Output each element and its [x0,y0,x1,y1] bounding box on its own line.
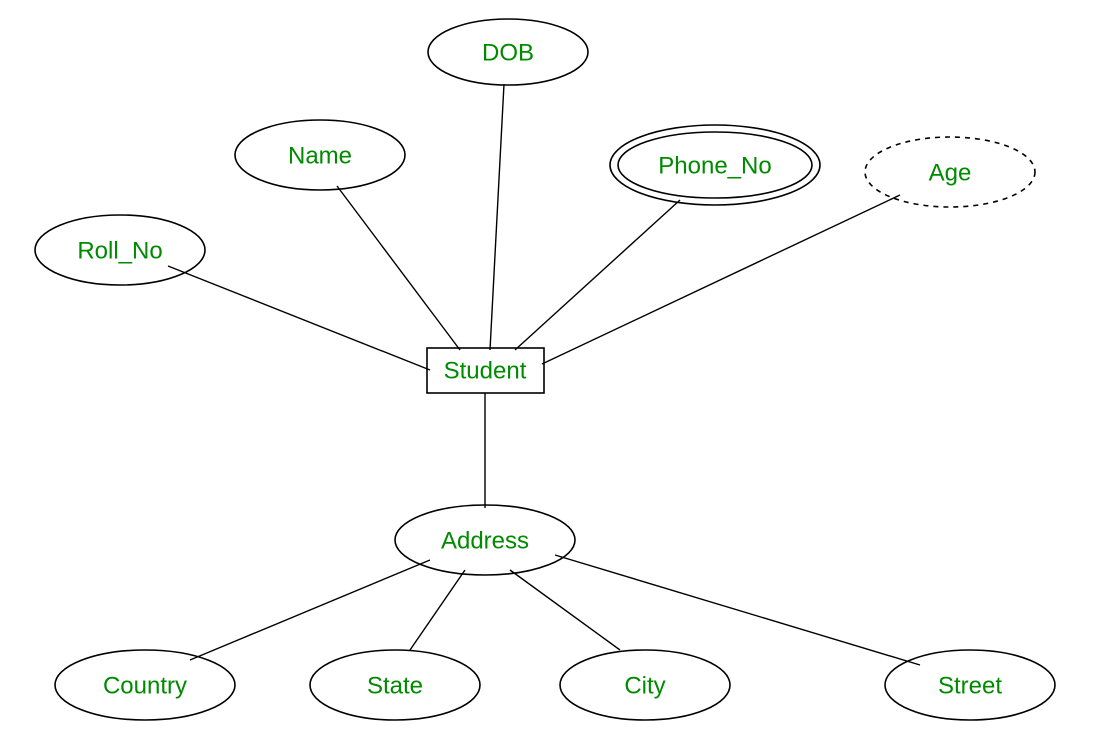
entity-student: Student [427,348,544,393]
attr-name-label: Name [288,142,352,169]
edge-student-rollno [168,266,430,370]
attr-rollno: Roll_No [35,215,205,285]
attr-dob: DOB [428,19,588,85]
edge-address-city [510,570,620,650]
er-diagram: Student Roll_No Name DOB Phone_No Age Ad… [0,0,1112,753]
attr-street-label: Street [938,672,1002,699]
edge-address-street [555,555,920,665]
edge-student-phoneno [515,200,680,350]
attr-phoneno: Phone_No [610,125,820,205]
edge-student-age [542,195,900,364]
attr-city-label: City [624,672,665,699]
attr-age: Age [865,137,1035,207]
edge-student-dob [490,84,504,350]
edge-address-country [190,560,430,660]
attr-dob-label: DOB [482,39,534,66]
edge-student-name [337,186,460,350]
attr-age-label: Age [929,159,972,186]
attr-city: City [560,650,730,720]
attr-state-label: State [367,672,423,699]
attr-address-label: Address [441,527,529,554]
attr-street: Street [885,650,1055,720]
attr-address: Address [395,505,575,575]
attr-phoneno-label: Phone_No [658,152,771,179]
attr-country-label: Country [103,672,187,699]
entity-student-label: Student [444,357,527,384]
attr-name: Name [235,120,405,190]
edge-address-state [410,570,465,650]
attr-rollno-label: Roll_No [77,237,162,264]
attr-state: State [310,650,480,720]
attr-country: Country [55,650,235,720]
